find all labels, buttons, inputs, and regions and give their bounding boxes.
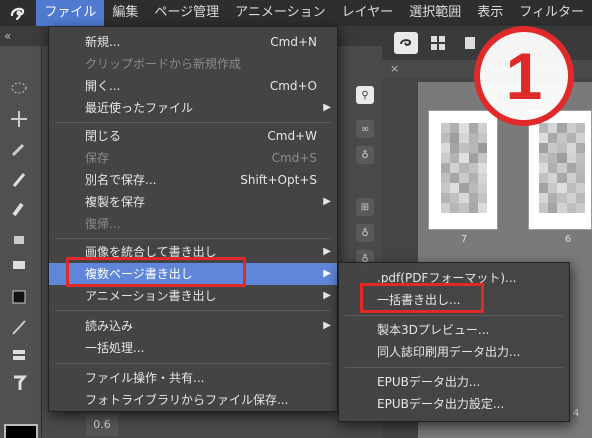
palette-option-icon[interactable]: ⊞	[356, 198, 374, 216]
menu-item-label: 保存	[85, 151, 110, 165]
menu-item-close[interactable]: 閉じる Cmd+W	[49, 125, 337, 147]
menu-filter[interactable]: フィルター	[511, 0, 592, 26]
menu-item-label: 閉じる	[85, 129, 122, 143]
page-thumbnail-6[interactable]	[528, 110, 592, 230]
menu-item-save[interactable]: 保存 Cmd+S	[49, 147, 337, 169]
menu-item-export-animation[interactable]: アニメーション書き出し ▶	[49, 285, 337, 307]
shortcut: Shift+Opt+S	[240, 173, 317, 187]
menu-separator	[55, 122, 331, 123]
brush-tool-icon[interactable]	[4, 196, 34, 222]
menu-item-label: 複製を保存	[85, 195, 146, 209]
page-thumbnail-7[interactable]	[428, 110, 498, 230]
menu-separator	[55, 310, 331, 311]
page-number: 6	[564, 234, 572, 245]
shortcut: Cmd+O	[269, 79, 317, 93]
menu-separator	[345, 367, 563, 368]
file-menu: 新規... Cmd+N クリップボードから新規作成 開く... Cmd+O 最近使っ…	[48, 26, 338, 412]
shortcut: Cmd+W	[267, 129, 317, 143]
menu-item-label: 開く...	[85, 79, 121, 93]
submenu-item-epub-export[interactable]: EPUBデータ出力...	[339, 371, 569, 393]
app-window: ファイル 編集 ページ管理 アニメーション レイヤー 選択範囲 表示 フィルター…	[0, 0, 592, 438]
tool-bar: «	[0, 26, 42, 438]
move-tool-icon[interactable]	[4, 106, 34, 132]
menu-item-save-copy[interactable]: 複製を保存 ▶	[49, 191, 337, 213]
palette-option-icon[interactable]: ♁	[356, 224, 374, 242]
line-tool-icon[interactable]	[4, 314, 34, 340]
menu-item-save-as[interactable]: 別名で保存... Shift+Opt+S	[49, 169, 337, 191]
shortcut: Cmd+N	[270, 35, 317, 49]
menu-item-label: 新規...	[85, 35, 121, 49]
submenu-arrow-icon: ▶	[323, 320, 331, 331]
submenu-arrow-icon: ▶	[323, 246, 331, 257]
menu-item-label: ファイル操作・共有...	[85, 371, 205, 385]
menu-item-label: 最近使ったファイル	[85, 101, 194, 115]
thumbnail-mosaic	[441, 123, 487, 213]
menu-item-label: 一括処理...	[85, 341, 145, 355]
balloon-tool-icon[interactable]	[4, 370, 34, 396]
submenu-arrow-icon: ▶	[323, 268, 331, 279]
frame-tool-icon[interactable]	[4, 342, 34, 368]
grid-view-icon[interactable]	[426, 32, 450, 54]
menu-item-open[interactable]: 開く... Cmd+O	[49, 75, 337, 97]
palette-option-icon[interactable]: ∞	[356, 120, 374, 138]
shortcut: Cmd+S	[271, 151, 317, 165]
submenu-arrow-icon: ▶	[323, 290, 331, 301]
palette-option-icon[interactable]: ♁	[356, 146, 374, 164]
submenu-arrow-icon: ▶	[323, 102, 331, 113]
menu-item-new-from-clipboard[interactable]: クリップボードから新規作成	[49, 53, 337, 75]
menu-item-save-from-photo-library[interactable]: フォトライブラリからファイル保存...	[49, 389, 337, 411]
menu-item-recent-files[interactable]: 最近使ったファイル ▶	[49, 97, 337, 119]
menu-item-label: フォトライブラリからファイル保存...	[85, 393, 289, 407]
menu-selection[interactable]: 選択範囲	[401, 0, 469, 26]
menu-view[interactable]: 表示	[469, 0, 511, 26]
step-marker: 1	[474, 26, 574, 126]
menu-animation[interactable]: アニメーション	[227, 0, 333, 26]
menu-edit[interactable]: 編集	[104, 0, 146, 26]
annotation-highlight-export-multiple-pages	[66, 257, 246, 287]
menu-separator	[345, 315, 563, 316]
menu-item-new[interactable]: 新規... Cmd+N	[49, 31, 337, 53]
eyedropper-tool-icon[interactable]	[4, 136, 34, 162]
page-number: 7	[460, 234, 468, 245]
palette-value[interactable]: 0.6	[86, 414, 118, 436]
menu-item-label: 読み込み	[85, 319, 134, 333]
search-icon[interactable]: ⚲	[356, 86, 374, 104]
page-view-icon[interactable]	[458, 32, 482, 54]
annotation-highlight-batch-export	[360, 283, 484, 313]
menu-file[interactable]: ファイル	[36, 0, 105, 26]
main-color-swatch[interactable]	[4, 424, 38, 438]
clip-studio-logo-icon[interactable]	[0, 0, 36, 26]
collapse-icon[interactable]: «	[0, 26, 42, 46]
submenu-arrow-icon: ▶	[323, 196, 331, 207]
submenu-item-doujinshi-print-export[interactable]: 同人誌印刷用データ出力...	[339, 341, 569, 363]
menu-item-label: 別名で保存...	[85, 173, 157, 187]
menu-item-file-operations-share[interactable]: ファイル操作・共有...	[49, 367, 337, 389]
submenu-item-3d-binding-preview[interactable]: 製本3Dプレビュー...	[339, 319, 569, 341]
menubar: ファイル 編集 ページ管理 アニメーション レイヤー 選択範囲 表示 フィルター	[0, 0, 592, 26]
menu-item-import[interactable]: 読み込み ▶	[49, 315, 337, 337]
pen-tool-icon[interactable]	[4, 166, 34, 192]
clip-studio-icon[interactable]	[394, 32, 418, 54]
lasso-tool-icon[interactable]	[4, 76, 34, 102]
menu-separator	[55, 363, 331, 364]
menu-page-management[interactable]: ページ管理	[146, 0, 227, 26]
submenu-item-epub-export-settings[interactable]: EPUBデータ出力設定...	[339, 393, 569, 415]
fill-tool-icon[interactable]	[4, 284, 34, 310]
menu-item-label: 復帰...	[85, 217, 121, 231]
menu-item-label: クリップボードから新規作成	[85, 57, 242, 71]
menu-item-batch-process[interactable]: 一括処理...	[49, 337, 337, 359]
menu-layer[interactable]: レイヤー	[334, 0, 402, 26]
menu-separator	[55, 238, 331, 239]
eraser-tool-icon[interactable]	[4, 252, 34, 278]
thumbnail-mosaic	[539, 123, 585, 213]
menu-item-revert[interactable]: 復帰...	[49, 213, 337, 235]
airbrush-tool-icon[interactable]	[4, 226, 34, 252]
menu-item-label: アニメーション書き出し	[85, 289, 217, 303]
